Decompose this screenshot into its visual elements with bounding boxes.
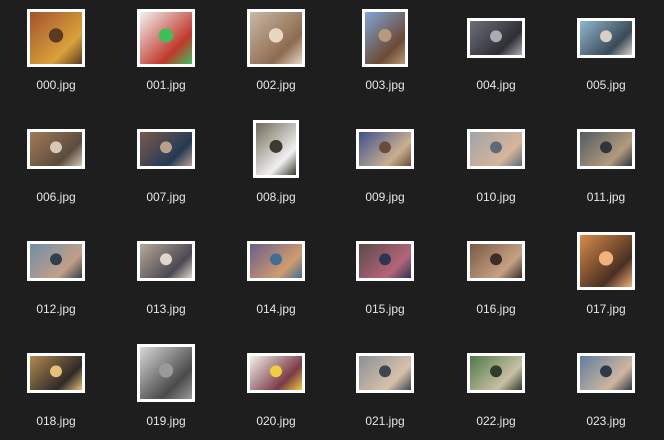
file-name-label: 020.jpg: [256, 414, 296, 428]
thumbnail-image[interactable]: [27, 353, 85, 393]
file-name-label: 022.jpg: [476, 414, 516, 428]
file-item[interactable]: 012.jpg: [6, 226, 106, 326]
file-item[interactable]: 009.jpg: [335, 114, 435, 214]
thumbnail-image[interactable]: [253, 120, 299, 178]
file-name-label: 008.jpg: [256, 190, 296, 204]
thumbnail-image[interactable]: [137, 129, 195, 169]
file-name-label: 011.jpg: [586, 190, 626, 204]
photo-preview: [250, 356, 302, 390]
file-item[interactable]: 013.jpg: [116, 226, 216, 326]
file-item[interactable]: 017.jpg: [556, 226, 656, 326]
photo-preview: [30, 132, 82, 166]
thumbnail-image[interactable]: [356, 129, 414, 169]
thumbnail-image[interactable]: [137, 9, 195, 67]
photo-preview: [250, 12, 302, 64]
thumbnail-image[interactable]: [356, 241, 414, 281]
photo-preview: [30, 12, 82, 64]
thumbnail-image[interactable]: [137, 241, 195, 281]
photo-preview: [470, 356, 522, 390]
file-item[interactable]: 016.jpg: [446, 226, 546, 326]
file-name-label: 012.jpg: [36, 302, 76, 316]
file-item[interactable]: 022.jpg: [446, 338, 546, 438]
photo-preview: [580, 132, 632, 166]
file-name-label: 016.jpg: [476, 302, 516, 316]
file-name-label: 010.jpg: [476, 190, 516, 204]
photo-preview: [140, 132, 192, 166]
photo-preview: [470, 244, 522, 278]
photo-preview: [30, 244, 82, 278]
photo-preview: [359, 356, 411, 390]
file-name-label: 021.jpg: [365, 414, 405, 428]
thumbnail-image[interactable]: [27, 241, 85, 281]
file-name-label: 003.jpg: [365, 78, 405, 92]
file-name-label: 013.jpg: [146, 302, 186, 316]
thumbnail-grid: 000.jpg 001.jpg 002.jpg 003.jpg 004.jpg 005.j…: [0, 0, 664, 440]
thumbnail-image[interactable]: [362, 9, 408, 67]
file-item[interactable]: 011.jpg: [556, 114, 656, 214]
thumbnail-image[interactable]: [27, 9, 85, 67]
file-item[interactable]: 004.jpg: [446, 3, 546, 103]
file-item[interactable]: 015.jpg: [335, 226, 435, 326]
thumbnail-image[interactable]: [467, 18, 525, 58]
file-name-label: 017.jpg: [586, 302, 626, 316]
photo-preview: [580, 356, 632, 390]
file-item[interactable]: 019.jpg: [116, 338, 216, 438]
file-item[interactable]: 005.jpg: [556, 3, 656, 103]
thumbnail-image[interactable]: [27, 129, 85, 169]
file-name-label: 009.jpg: [365, 190, 405, 204]
file-item[interactable]: 020.jpg: [226, 338, 326, 438]
file-item[interactable]: 001.jpg: [116, 3, 216, 103]
photo-preview: [256, 123, 296, 175]
thumbnail-image[interactable]: [247, 241, 305, 281]
photo-preview: [140, 244, 192, 278]
file-item[interactable]: 018.jpg: [6, 338, 106, 438]
file-name-label: 019.jpg: [146, 414, 186, 428]
photo-preview: [470, 21, 522, 55]
file-name-label: 000.jpg: [36, 78, 76, 92]
file-name-label: 006.jpg: [36, 190, 76, 204]
file-name-label: 014.jpg: [256, 302, 296, 316]
file-item[interactable]: 006.jpg: [6, 114, 106, 214]
photo-preview: [140, 347, 192, 399]
file-name-label: 015.jpg: [365, 302, 405, 316]
file-item[interactable]: 002.jpg: [226, 3, 326, 103]
file-name-label: 007.jpg: [146, 190, 186, 204]
file-item[interactable]: 000.jpg: [6, 3, 106, 103]
thumbnail-image[interactable]: [247, 353, 305, 393]
file-item[interactable]: 003.jpg: [335, 3, 435, 103]
thumbnail-image[interactable]: [467, 241, 525, 281]
file-name-label: 005.jpg: [586, 78, 626, 92]
file-item[interactable]: 007.jpg: [116, 114, 216, 214]
file-item[interactable]: 008.jpg: [226, 114, 326, 214]
photo-preview: [359, 244, 411, 278]
thumbnail-image[interactable]: [577, 129, 635, 169]
thumbnail-image[interactable]: [577, 18, 635, 58]
photo-preview: [140, 12, 192, 64]
file-item[interactable]: 014.jpg: [226, 226, 326, 326]
thumbnail-image[interactable]: [467, 129, 525, 169]
file-name-label: 018.jpg: [36, 414, 76, 428]
photo-preview: [365, 12, 405, 64]
photo-preview: [250, 244, 302, 278]
thumbnail-image[interactable]: [467, 353, 525, 393]
file-name-label: 004.jpg: [476, 78, 516, 92]
thumbnail-image[interactable]: [577, 232, 635, 290]
photo-preview: [470, 132, 522, 166]
file-item[interactable]: 023.jpg: [556, 338, 656, 438]
file-item[interactable]: 010.jpg: [446, 114, 546, 214]
file-name-label: 002.jpg: [256, 78, 296, 92]
file-item[interactable]: 021.jpg: [335, 338, 435, 438]
photo-preview: [30, 356, 82, 390]
thumbnail-image[interactable]: [577, 353, 635, 393]
photo-preview: [580, 235, 632, 287]
thumbnail-image[interactable]: [137, 344, 195, 402]
photo-preview: [359, 132, 411, 166]
file-name-label: 001.jpg: [146, 78, 186, 92]
thumbnail-image[interactable]: [356, 353, 414, 393]
file-name-label: 023.jpg: [586, 414, 626, 428]
thumbnail-image[interactable]: [247, 9, 305, 67]
photo-preview: [580, 21, 632, 55]
